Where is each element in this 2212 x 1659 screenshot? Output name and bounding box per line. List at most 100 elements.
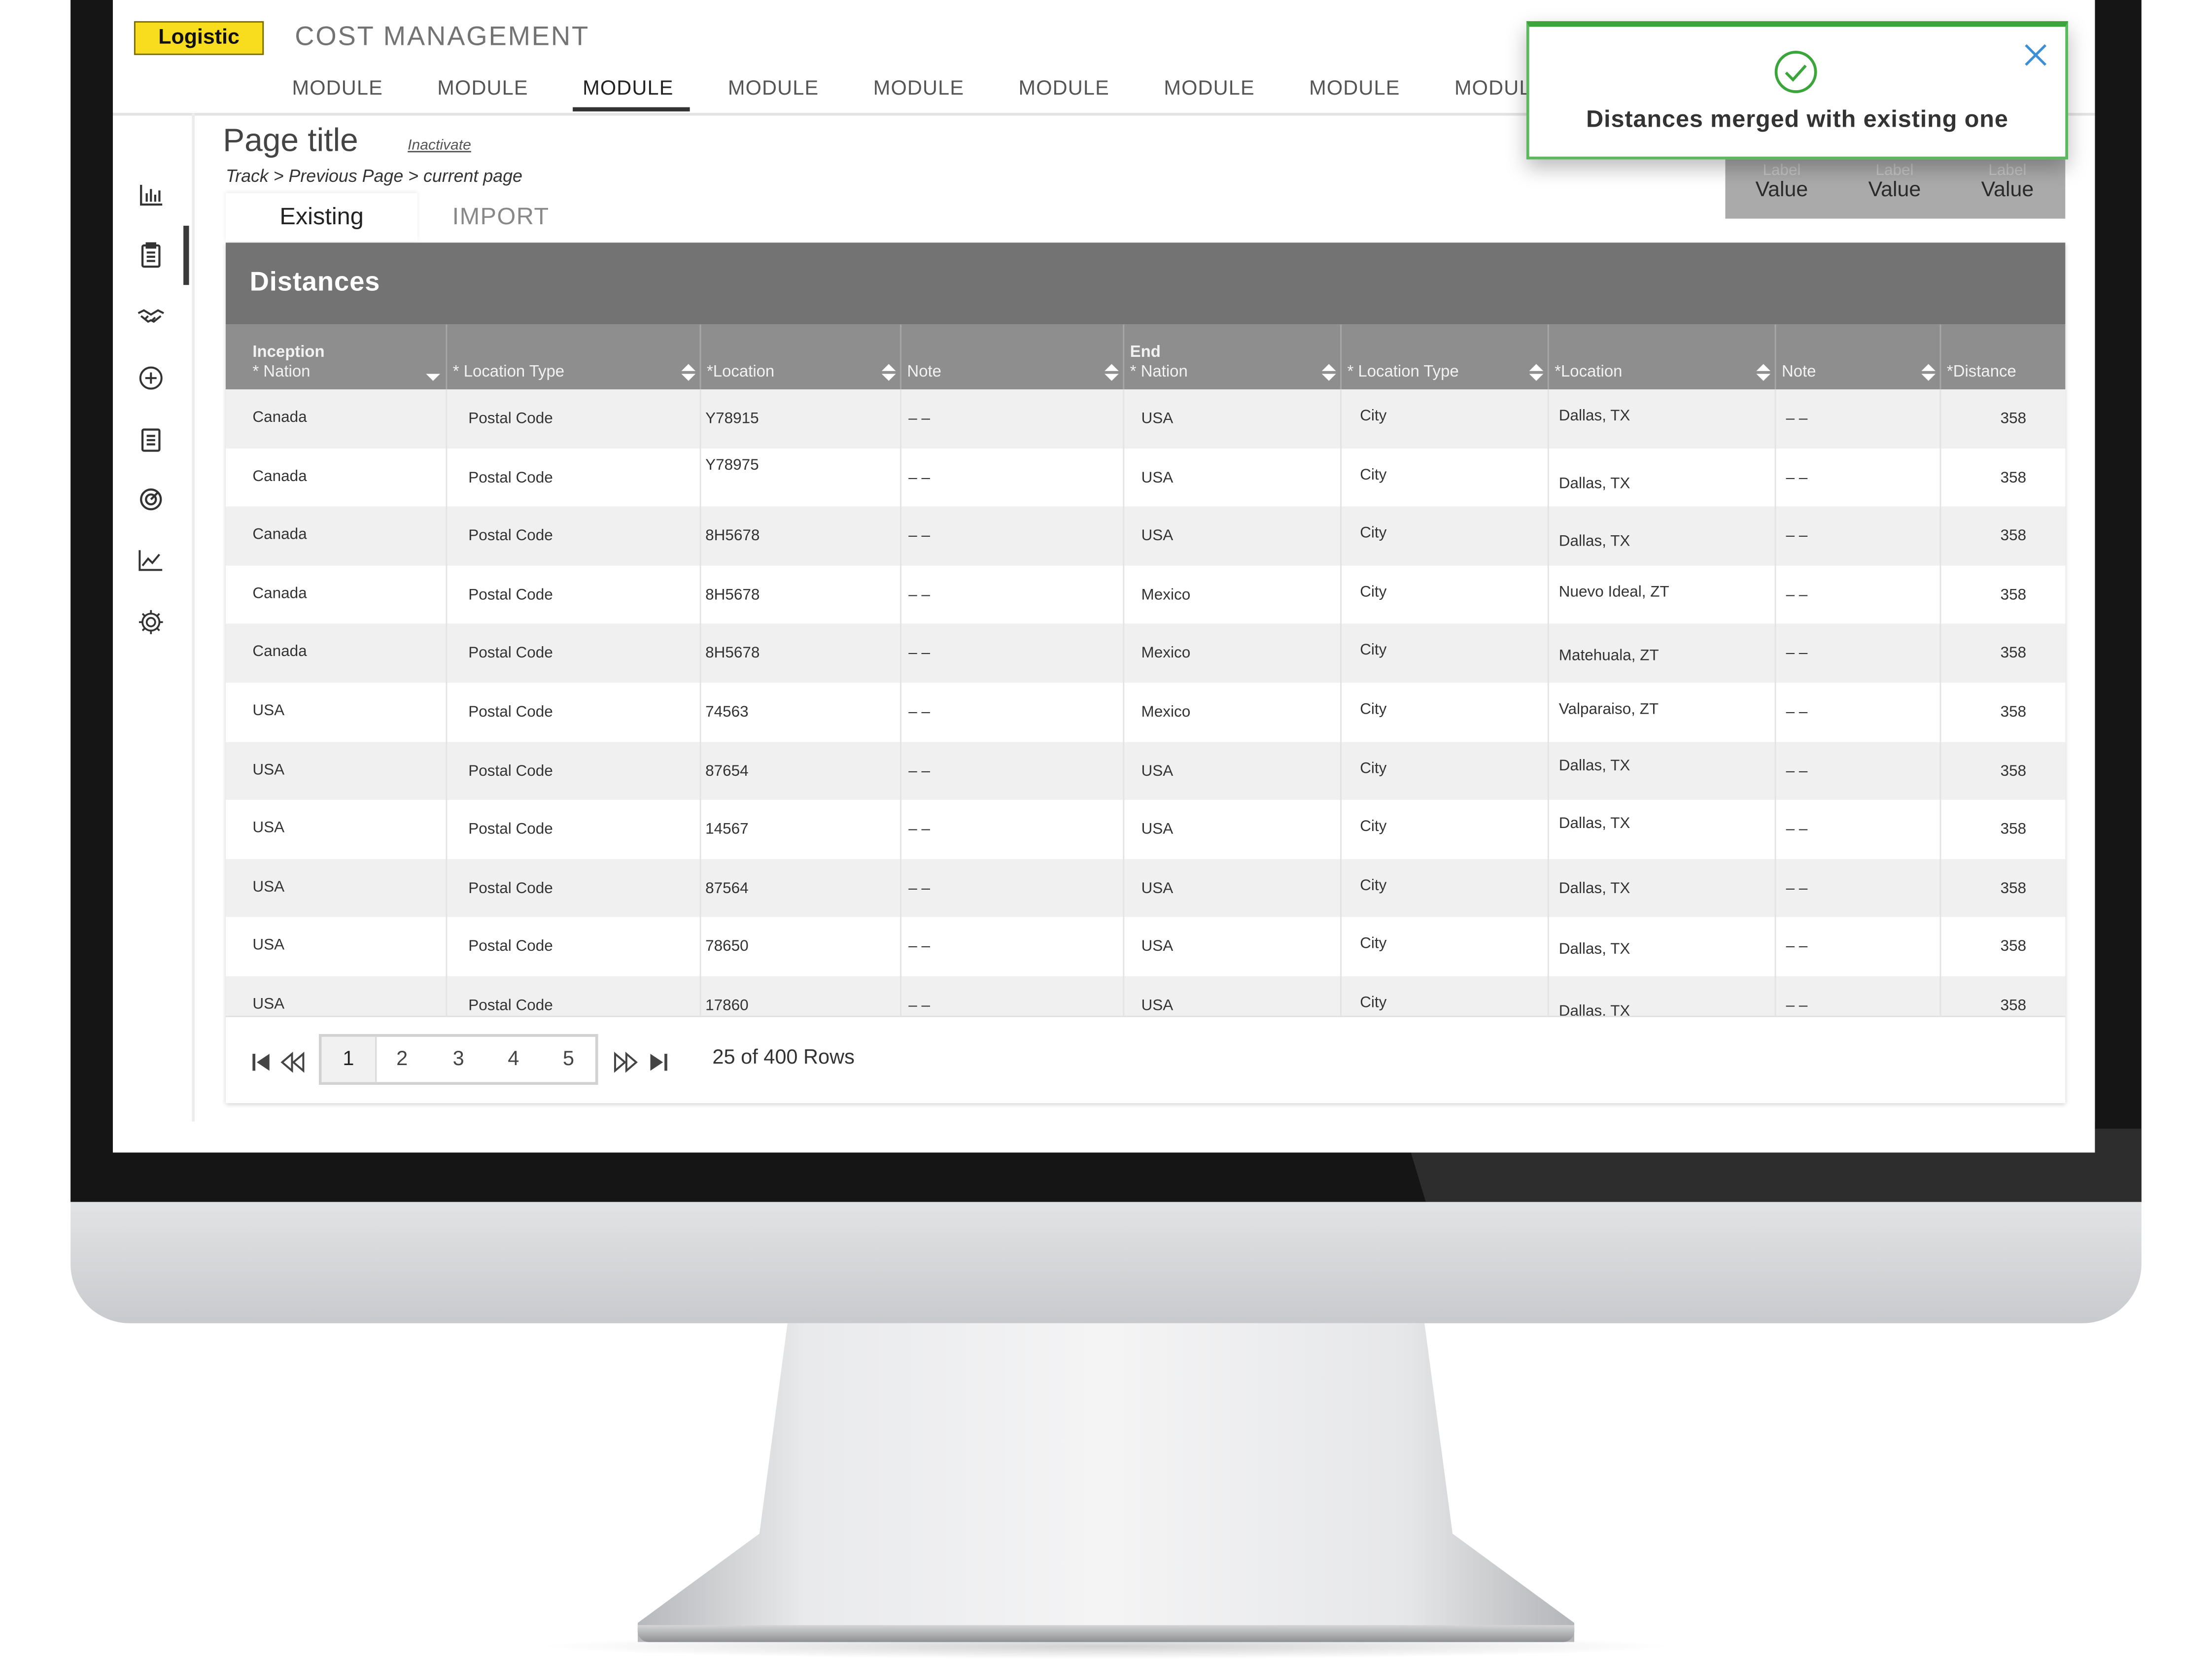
- bar-chart-icon[interactable]: [137, 180, 165, 208]
- page-5-button[interactable]: 5: [542, 1037, 595, 1082]
- sort-down-icon[interactable]: [1529, 374, 1544, 381]
- target-icon[interactable]: [137, 485, 165, 514]
- table-cell: 358: [2000, 645, 2027, 662]
- table-row[interactable]: Canada Postal Code 8H5678 – – USA City Dallas,…: [225, 507, 2066, 566]
- rows-summary: 25 of 400 Rows: [712, 1046, 855, 1070]
- kpi-panel: Label Value Label Value Label Value: [1725, 158, 2066, 219]
- sort-up-icon[interactable]: [1105, 364, 1119, 371]
- table-cell: USA: [252, 996, 285, 1013]
- table-row[interactable]: Canada Postal Code 8H5678 – – Mexico City Mate…: [225, 624, 2066, 683]
- column-divider: [446, 389, 448, 1016]
- nav-item-module-6[interactable]: MODULE: [1019, 77, 1109, 100]
- column-header[interactable]: * Location Type: [446, 324, 699, 389]
- table-cell: 358: [2000, 704, 2027, 721]
- column-divider: [1340, 389, 1342, 1016]
- column-header[interactable]: Inception * Nation: [226, 324, 446, 389]
- nav-item-module-4[interactable]: MODULE: [728, 77, 819, 100]
- table-cell: 8H5678: [705, 528, 760, 545]
- clipboard-icon[interactable]: [137, 241, 165, 269]
- column-header[interactable]: Note: [1774, 324, 1940, 389]
- previous-page-icon[interactable]: [279, 1051, 308, 1073]
- sort-down-icon[interactable]: [681, 374, 696, 381]
- table-cell: 74563: [705, 704, 749, 721]
- nav-item-module-2[interactable]: MODULE: [437, 77, 528, 100]
- table-cell: Dallas, TX: [1558, 757, 1630, 774]
- tab-existing[interactable]: Existing: [225, 193, 418, 242]
- inactivate-link[interactable]: Inactivate: [408, 137, 471, 154]
- sort-down-icon[interactable]: [1921, 374, 1936, 381]
- table-cell: USA: [1141, 880, 1174, 897]
- document-icon[interactable]: [137, 426, 165, 454]
- table-cell: – –: [1786, 704, 1808, 721]
- next-page-icon[interactable]: [611, 1051, 639, 1073]
- sort-down-icon[interactable]: [426, 374, 441, 381]
- sort-down-icon[interactable]: [1756, 374, 1771, 381]
- table-row[interactable]: USA Postal Code 78650 – – USA City Dallas, TX –…: [225, 917, 2066, 976]
- line-chart-icon[interactable]: [137, 546, 165, 574]
- column-header[interactable]: End * Nation: [1123, 324, 1340, 389]
- column-header[interactable]: Note: [900, 324, 1123, 389]
- column-label: *Distance: [1946, 364, 2016, 381]
- sort-up-icon[interactable]: [681, 364, 696, 371]
- table-row[interactable]: USA Postal Code 87654 – – USA City Dallas, TX –…: [225, 741, 2066, 800]
- column-header[interactable]: * Location Type: [1340, 324, 1548, 389]
- table-row[interactable]: Canada Postal Code 8H5678 – – Mexico City Nuev…: [225, 565, 2066, 624]
- sort-down-icon[interactable]: [1105, 374, 1119, 381]
- table-row[interactable]: USA Postal Code 17860 – – USA City Dallas, TX –…: [225, 976, 2066, 1016]
- close-icon[interactable]: [2022, 41, 2050, 69]
- first-page-icon[interactable]: [251, 1051, 271, 1073]
- breadcrumb[interactable]: Track > Previous Page > current page: [226, 167, 522, 186]
- toast-message: Distances merged with existing one: [1586, 105, 2008, 133]
- table-cell: City: [1360, 994, 1387, 1012]
- sort-up-icon[interactable]: [1921, 364, 1936, 371]
- last-page-icon[interactable]: [649, 1051, 669, 1073]
- nav-item-module-8[interactable]: MODULE: [1309, 77, 1400, 100]
- table-row[interactable]: Canada Postal Code Y78915 – – USA City Dallas,…: [225, 389, 2066, 449]
- table-row[interactable]: Canada Postal Code Y78975 – – USA City Dallas,…: [225, 448, 2066, 507]
- table-cell: 8H5678: [705, 587, 760, 604]
- table-cell: Dallas, TX: [1558, 880, 1630, 897]
- gear-icon[interactable]: [137, 608, 165, 636]
- page-1-button[interactable]: 1: [321, 1037, 377, 1082]
- table-cell: Dallas, TX: [1558, 1003, 1630, 1016]
- table-cell: Canada: [252, 585, 307, 602]
- sort-up-icon[interactable]: [1529, 364, 1544, 371]
- kpi-value: Value: [1868, 177, 1921, 202]
- page-2-button[interactable]: 2: [375, 1037, 429, 1082]
- plus-circle-icon[interactable]: [137, 364, 165, 392]
- sort-up-icon[interactable]: [1756, 364, 1771, 371]
- sort-down-icon[interactable]: [1321, 374, 1336, 381]
- tab-import[interactable]: IMPORT: [417, 193, 584, 241]
- table-cell: Dallas, TX: [1558, 408, 1630, 425]
- table-cell: – –: [1786, 762, 1808, 780]
- table-cell: Postal Code: [468, 645, 553, 662]
- table-cell: City: [1360, 760, 1387, 777]
- column-header[interactable]: *Location: [699, 324, 900, 389]
- nav-item-module-7[interactable]: MODULE: [1164, 77, 1254, 100]
- table-body: Canada Postal Code Y78915 – – USA City Dallas,…: [225, 389, 2066, 1016]
- table-cell: Postal Code: [468, 997, 553, 1014]
- table-row[interactable]: USA Postal Code 87564 – – USA City Dallas, TX –…: [225, 859, 2066, 918]
- table-cell: – –: [908, 410, 931, 428]
- sort-up-icon[interactable]: [1321, 364, 1336, 371]
- handshake-icon[interactable]: [137, 303, 165, 331]
- table-cell: Postal Code: [468, 528, 553, 545]
- table-cell: City: [1360, 408, 1387, 425]
- page-4-button[interactable]: 4: [486, 1037, 540, 1082]
- nav-item-module-1[interactable]: MODULE: [292, 77, 382, 100]
- table-cell: Nuevo Ideal, ZT: [1558, 584, 1669, 601]
- column-header[interactable]: *Distance: [1939, 324, 2066, 389]
- nav-item-module-5[interactable]: MODULE: [873, 77, 964, 100]
- sort-up-icon[interactable]: [881, 364, 896, 371]
- table-cell: City: [1360, 525, 1387, 542]
- column-label: * Nation: [252, 364, 311, 381]
- table-row[interactable]: USA Postal Code 14567 – – USA City Dallas, TX –…: [225, 800, 2066, 859]
- nav-item-module-3[interactable]: MODULE: [583, 77, 673, 100]
- table-cell: 358: [2000, 997, 2027, 1014]
- sort-down-icon[interactable]: [881, 374, 896, 381]
- table-cell: Mexico: [1141, 704, 1191, 721]
- column-header[interactable]: *Location: [1547, 324, 1775, 389]
- page-3-button[interactable]: 3: [432, 1037, 485, 1082]
- table-cell: 87564: [705, 880, 749, 897]
- table-row[interactable]: USA Postal Code 74563 – – Mexico City Valparai…: [225, 683, 2066, 742]
